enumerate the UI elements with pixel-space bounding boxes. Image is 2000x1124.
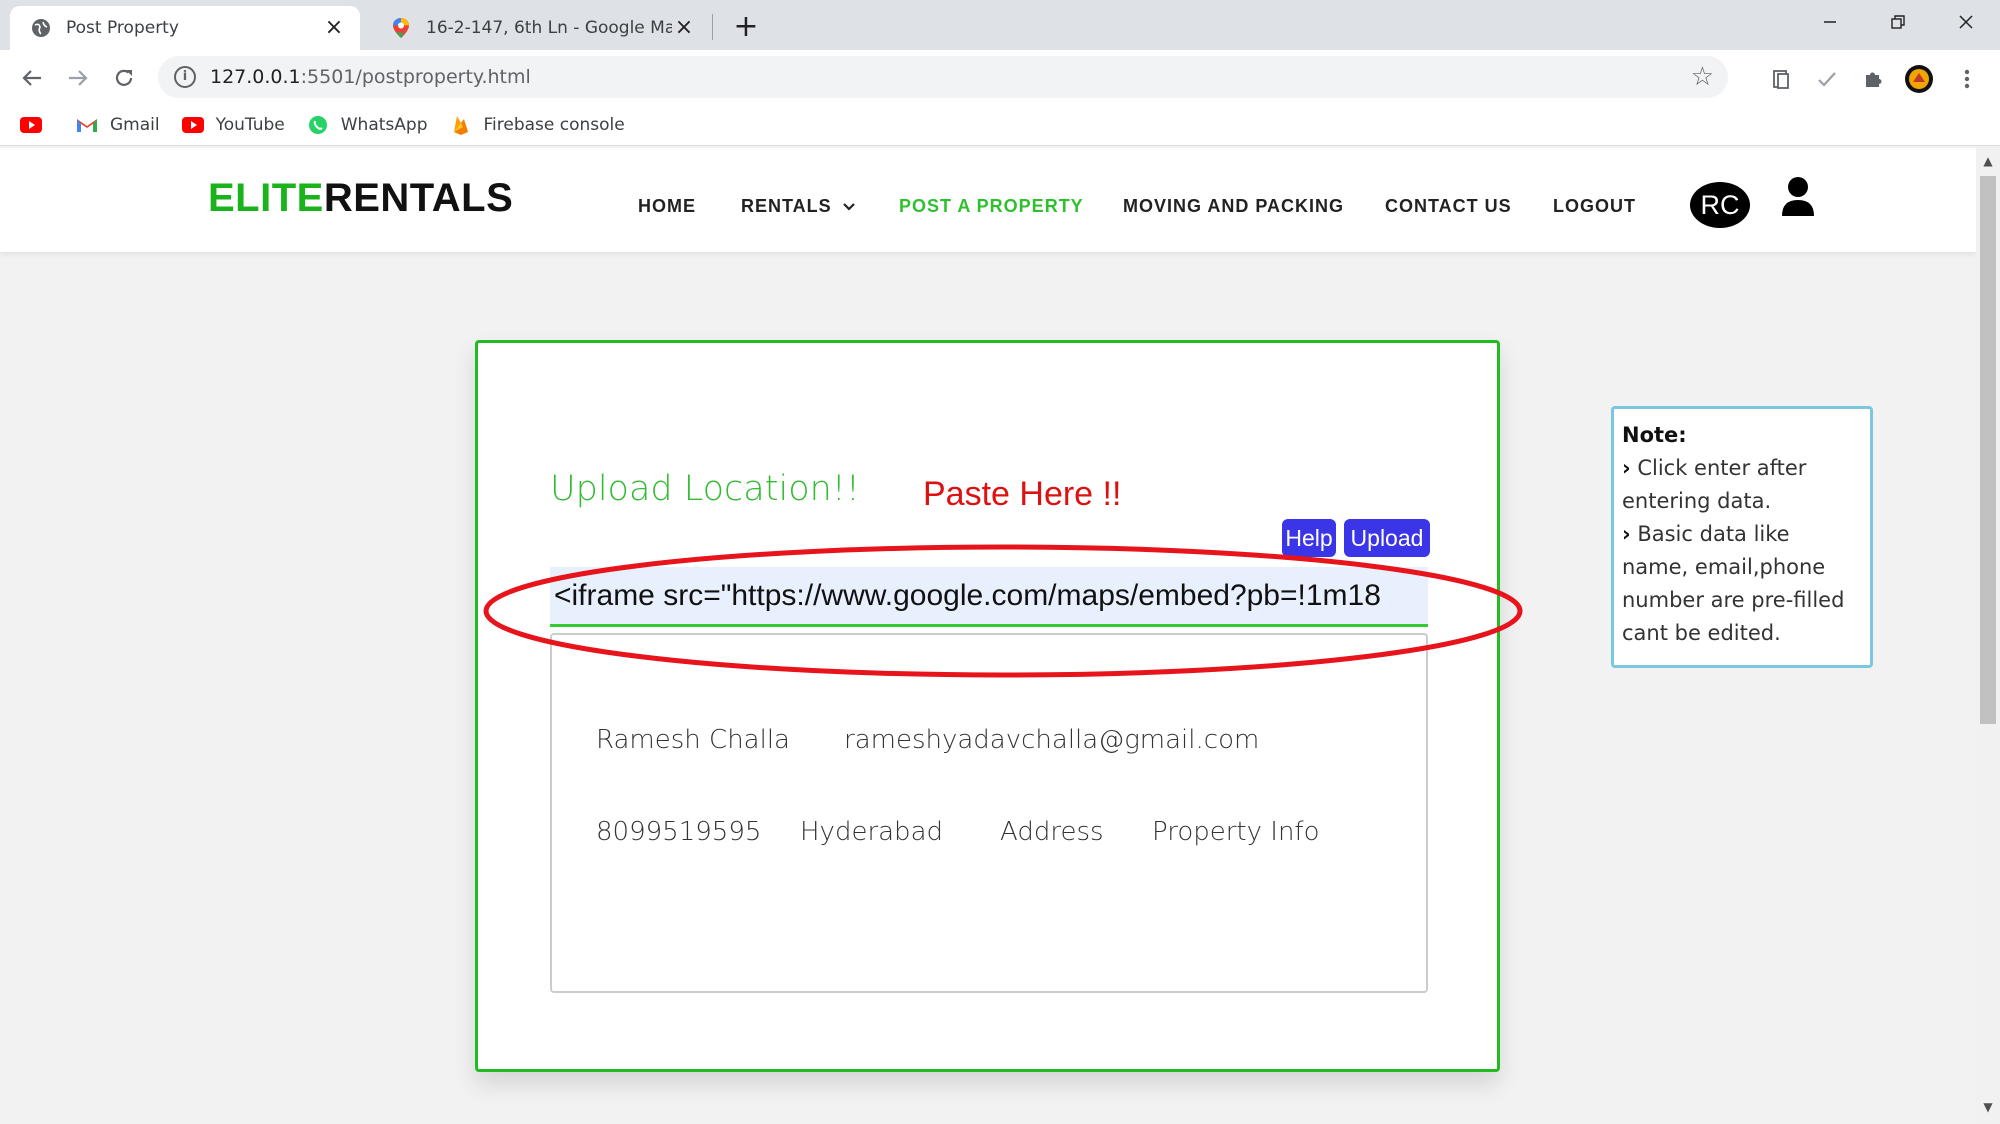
- url-text: 127.0.0.1:5501/postproperty.html: [210, 66, 531, 88]
- note-item: › Basic data like name, email,phone numb…: [1622, 522, 1845, 645]
- browser-tabstrip: Post Property × 16-2-147, 6th Ln - Googl…: [0, 0, 2000, 50]
- user-avatar[interactable]: RC: [1690, 182, 1750, 228]
- bookmarks-bar: Gmail YouTube WhatsApp Firebase console: [0, 104, 2000, 146]
- upload-button[interactable]: Upload: [1344, 519, 1430, 557]
- close-tab-icon[interactable]: ×: [322, 16, 346, 40]
- reload-button[interactable]: [106, 60, 142, 96]
- browser-toolbar: i 127.0.0.1:5501/postproperty.html ☆: [0, 50, 2000, 104]
- bookmark-star-icon[interactable]: ☆: [1691, 62, 1714, 92]
- upload-location-card: Upload Location!! Paste Here !! Help Upl…: [475, 340, 1500, 1072]
- back-button[interactable]: [14, 60, 50, 96]
- nav-post-a-property[interactable]: POST A PROPERTY: [899, 196, 1084, 217]
- paste-here-annotation: Paste Here !!: [923, 475, 1122, 513]
- page-viewport: ELITERENTALS HOME RENTALS POST A PROPERT…: [0, 148, 1976, 1124]
- scroll-up-arrow-icon[interactable]: ▲: [1976, 154, 2000, 168]
- city-field[interactable]: Hyderabad: [800, 817, 943, 847]
- firebase-icon: [450, 115, 472, 135]
- chevron-down-icon: [842, 199, 856, 215]
- page-scrollbar[interactable]: ▲ ▼: [1976, 148, 2000, 1124]
- scroll-down-arrow-icon[interactable]: ▼: [1976, 1100, 2000, 1114]
- close-tab-icon[interactable]: ×: [672, 16, 696, 40]
- google-maps-icon: [390, 17, 412, 39]
- tab-title: 16-2-147, 6th Ln - Google Maps: [426, 18, 672, 38]
- browser-menu-icon[interactable]: [1952, 64, 1982, 94]
- note-title: Note:: [1622, 423, 1687, 447]
- whatsapp-icon: [307, 115, 329, 134]
- new-tab-button[interactable]: +: [728, 10, 764, 46]
- chevron-right-icon: ›: [1622, 456, 1631, 480]
- user-icon[interactable]: [1780, 176, 1816, 218]
- profile-avatar-icon[interactable]: [1904, 64, 1934, 94]
- site-header: ELITERENTALS HOME RENTALS POST A PROPERT…: [0, 148, 1976, 252]
- globe-icon: [30, 17, 52, 39]
- minimize-button[interactable]: [1796, 0, 1864, 44]
- name-field: Ramesh Challa: [596, 725, 790, 755]
- tab-post-property[interactable]: Post Property ×: [10, 6, 360, 50]
- nav-rentals[interactable]: RENTALS: [741, 196, 856, 217]
- youtube-icon: [20, 116, 42, 134]
- email-field: rameshyadavchalla@gmail.com: [844, 725, 1260, 755]
- extensions-puzzle-icon[interactable]: [1858, 64, 1888, 94]
- tab-separator: [712, 14, 713, 40]
- help-button[interactable]: Help: [1282, 519, 1336, 557]
- close-window-button[interactable]: [1932, 0, 2000, 44]
- address-bar[interactable]: i 127.0.0.1:5501/postproperty.html ☆: [158, 56, 1728, 98]
- phone-field: 8099519595: [596, 817, 762, 847]
- address-field[interactable]: Address: [1000, 817, 1104, 847]
- note-box: Note: › Click enter after entering data.…: [1611, 406, 1873, 668]
- chevron-right-icon: ›: [1622, 522, 1631, 546]
- nav-logout[interactable]: LOGOUT: [1553, 196, 1636, 217]
- site-logo[interactable]: ELITERENTALS: [208, 176, 513, 221]
- reading-list-icon[interactable]: [1766, 64, 1796, 94]
- youtube-icon: [181, 116, 204, 134]
- user-info-box: Ramesh Challa rameshyadavchalla@gmail.co…: [550, 633, 1428, 993]
- note-item: › Click enter after entering data.: [1622, 456, 1807, 513]
- bookmark-gmail[interactable]: Gmail: [76, 115, 160, 135]
- scrollbar-thumb[interactable]: [1980, 176, 1996, 724]
- gmail-icon: [76, 116, 98, 134]
- checkmark-extension-icon[interactable]: [1812, 64, 1842, 94]
- bookmark-firebase[interactable]: Firebase console: [450, 115, 625, 135]
- iframe-embed-input[interactable]: <iframe src="https://www.google.com/maps…: [550, 567, 1428, 627]
- restore-button[interactable]: [1864, 0, 1932, 44]
- bookmark-whatsapp[interactable]: WhatsApp: [307, 115, 428, 135]
- bookmark-youtube[interactable]: YouTube: [181, 115, 285, 135]
- info-icon[interactable]: i: [174, 66, 196, 88]
- tab-title: Post Property: [66, 18, 179, 38]
- property-info-field[interactable]: Property Info: [1152, 817, 1320, 847]
- forward-button[interactable]: [60, 60, 96, 96]
- tab-google-maps[interactable]: 16-2-147, 6th Ln - Google Maps ×: [370, 6, 710, 50]
- nav-moving-and-packing[interactable]: MOVING AND PACKING: [1123, 196, 1344, 217]
- nav-contact-us[interactable]: CONTACT US: [1385, 196, 1512, 217]
- nav-home[interactable]: HOME: [638, 196, 696, 217]
- bookmark-youtube-app[interactable]: [20, 116, 54, 134]
- card-title: Upload Location!!: [550, 469, 860, 509]
